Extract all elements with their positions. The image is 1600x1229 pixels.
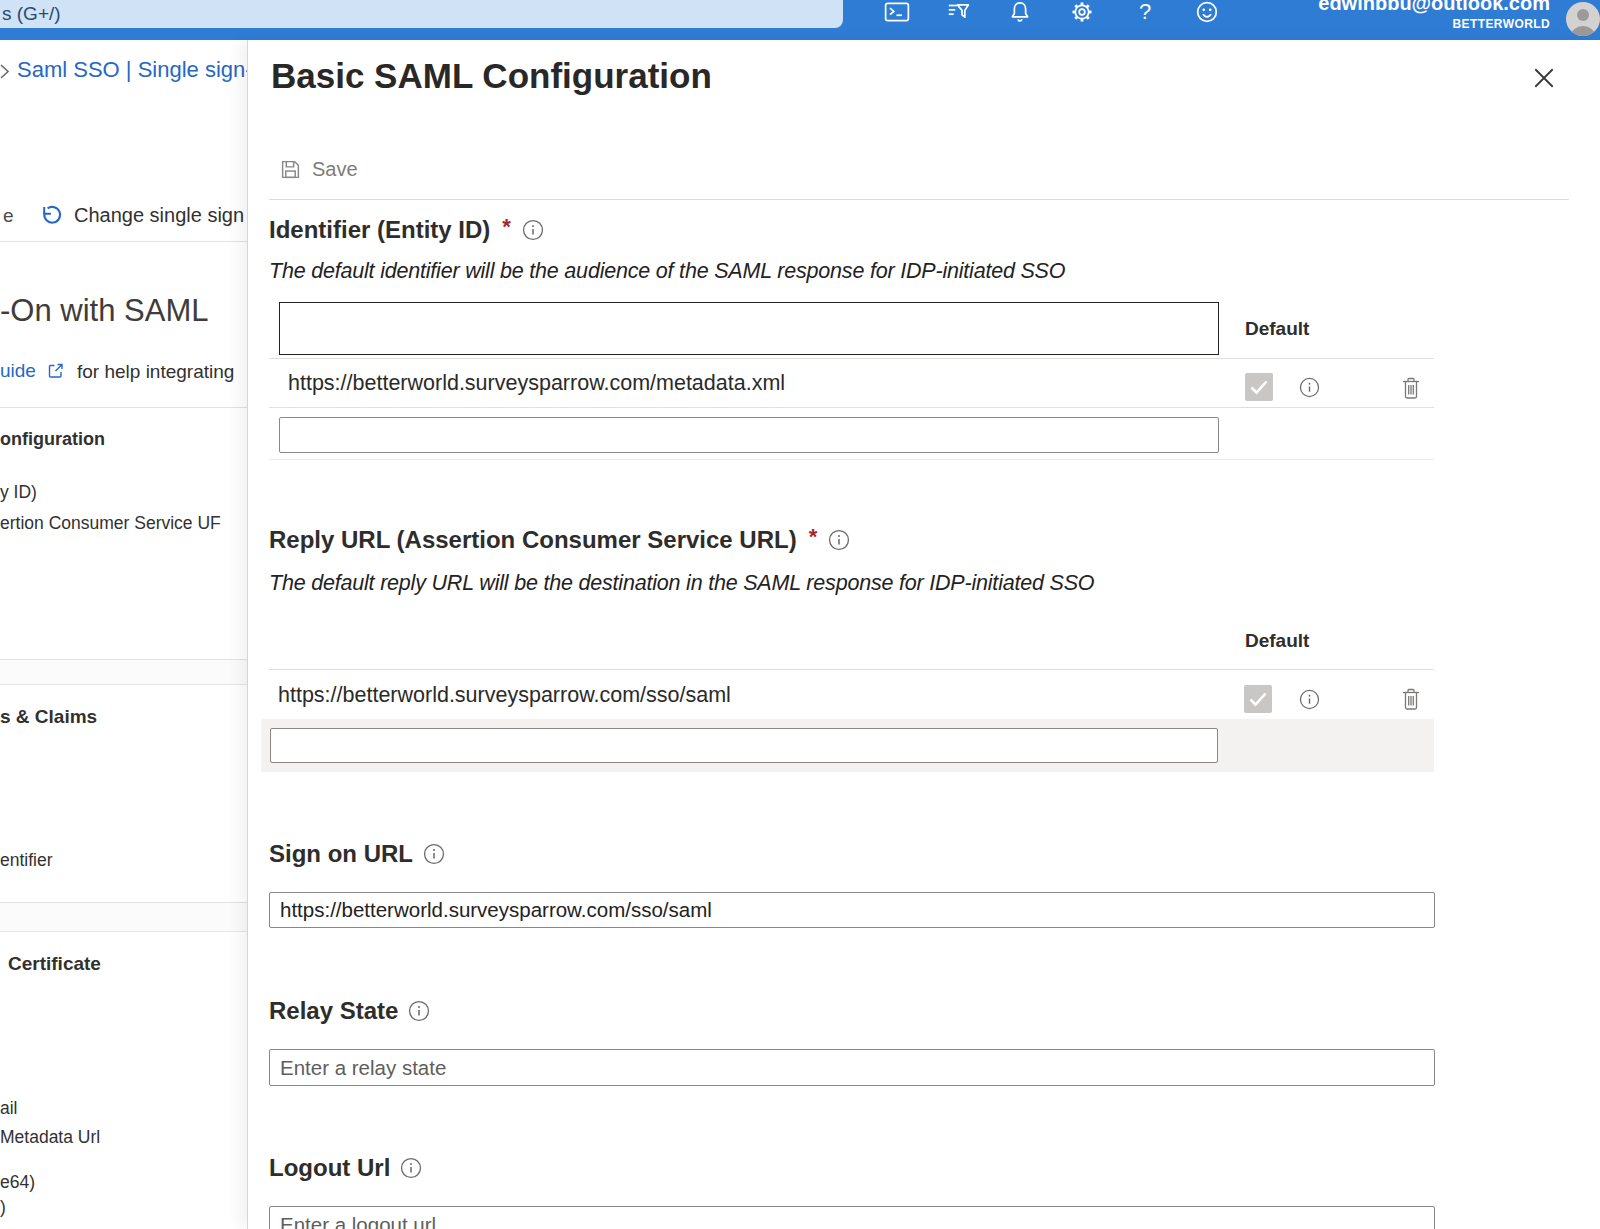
azure-portal: s (G+/) ? edwinbb (0, 0, 1600, 1229)
toolbar-divider (269, 199, 1569, 200)
search-text: s (G+/) (2, 3, 61, 24)
save-icon (280, 159, 301, 180)
guide-text-fragment: for help integrating (77, 361, 234, 383)
save-button[interactable]: Save (280, 158, 358, 181)
feedback-icon[interactable] (1194, 0, 1220, 25)
info-icon[interactable] (400, 1157, 422, 1179)
delete-icon[interactable] (1399, 686, 1423, 712)
sign-on-url-input[interactable] (269, 892, 1435, 928)
identifier-default-header: Default (1245, 318, 1309, 340)
settings-icon[interactable] (1069, 0, 1095, 25)
global-search-input[interactable]: s (G+/) (0, 0, 843, 28)
notifications-icon[interactable] (1007, 0, 1033, 25)
logout-url-heading: Logout Url (269, 1154, 422, 1182)
section3-row2: Metadata Url (0, 1127, 100, 1148)
section1-row2: ertion Consumer Service UF (0, 513, 221, 534)
reply-new-input[interactable] (270, 728, 1218, 763)
section3-title-fragment: Certificate (8, 953, 101, 975)
reply-url-value: https://betterworld.surveysparrow.com/ss… (278, 683, 731, 708)
identifier-heading: Identifier (Entity ID) * (269, 216, 544, 244)
external-link-icon (46, 361, 66, 381)
reply-url-description: The default reply URL will be the destin… (269, 571, 1094, 596)
relay-state-heading: Relay State (269, 997, 430, 1025)
section2-row1: entifier (0, 850, 53, 871)
undo-icon (37, 202, 64, 229)
breadcrumb-chevron-icon (0, 63, 10, 80)
required-asterisk: * (502, 214, 511, 240)
panel-title: Basic SAML Configuration (271, 56, 712, 96)
check-icon (1245, 373, 1273, 401)
section1-row1: y ID) (0, 482, 37, 503)
breadcrumb-link[interactable]: Saml SSO | Single sign- (17, 57, 247, 83)
info-icon[interactable] (408, 1000, 430, 1022)
info-icon[interactable] (1299, 377, 1320, 398)
cloud-shell-icon[interactable] (884, 0, 910, 25)
relay-state-input[interactable] (269, 1049, 1435, 1086)
section2-title-fragment: s & Claims (0, 706, 97, 728)
top-bar: s (G+/) ? edwinbb (0, 0, 1600, 40)
reply-default-checkbox[interactable] (1244, 685, 1272, 713)
reply-default-header: Default (1245, 630, 1309, 652)
background-page: Saml SSO | Single sign- e Change single … (0, 40, 247, 1229)
identifier-value: https://betterworld.surveysparrow.com/me… (288, 371, 785, 396)
delete-icon[interactable] (1399, 375, 1423, 401)
check-icon (1244, 685, 1272, 713)
sign-on-url-heading: Sign on URL (269, 840, 445, 868)
avatar[interactable] (1566, 2, 1600, 36)
info-icon[interactable] (1299, 689, 1320, 710)
change-single-sign-on-button[interactable]: Change single sign (74, 204, 244, 227)
section3-row3: e64) (0, 1172, 35, 1193)
identifier-default-checkbox[interactable] (1245, 373, 1273, 401)
save-label: Save (312, 158, 358, 181)
identifier-new-input[interactable] (279, 302, 1219, 355)
reply-url-heading: Reply URL (Assertion Consumer Service UR… (269, 526, 850, 554)
section3-row1: ail (0, 1098, 18, 1119)
account-email[interactable]: edwinbbu@outlook.com (1318, 0, 1550, 15)
account-tenant: BETTERWORLD (1452, 17, 1550, 31)
toolbar-fragment: e (3, 205, 14, 227)
identifier-description: The default identifier will be the audie… (269, 259, 1065, 284)
info-icon[interactable] (423, 843, 445, 865)
directory-filter-icon[interactable] (945, 0, 971, 25)
section1-title-fragment: onfiguration (0, 429, 105, 450)
required-asterisk: * (809, 524, 818, 550)
help-icon[interactable]: ? (1132, 0, 1158, 25)
info-icon[interactable] (522, 219, 544, 241)
guide-link-fragment[interactable]: uide (0, 360, 36, 382)
basic-saml-configuration-panel: Basic SAML Configuration Save Identifier… (247, 40, 1600, 1229)
identifier-extra-input[interactable] (279, 417, 1219, 453)
info-icon[interactable] (828, 529, 850, 551)
logout-url-input[interactable] (269, 1206, 1435, 1229)
section3-row4: ) (0, 1197, 6, 1218)
close-icon[interactable] (1532, 66, 1556, 90)
saml-heading-fragment: -On with SAML (0, 293, 208, 329)
